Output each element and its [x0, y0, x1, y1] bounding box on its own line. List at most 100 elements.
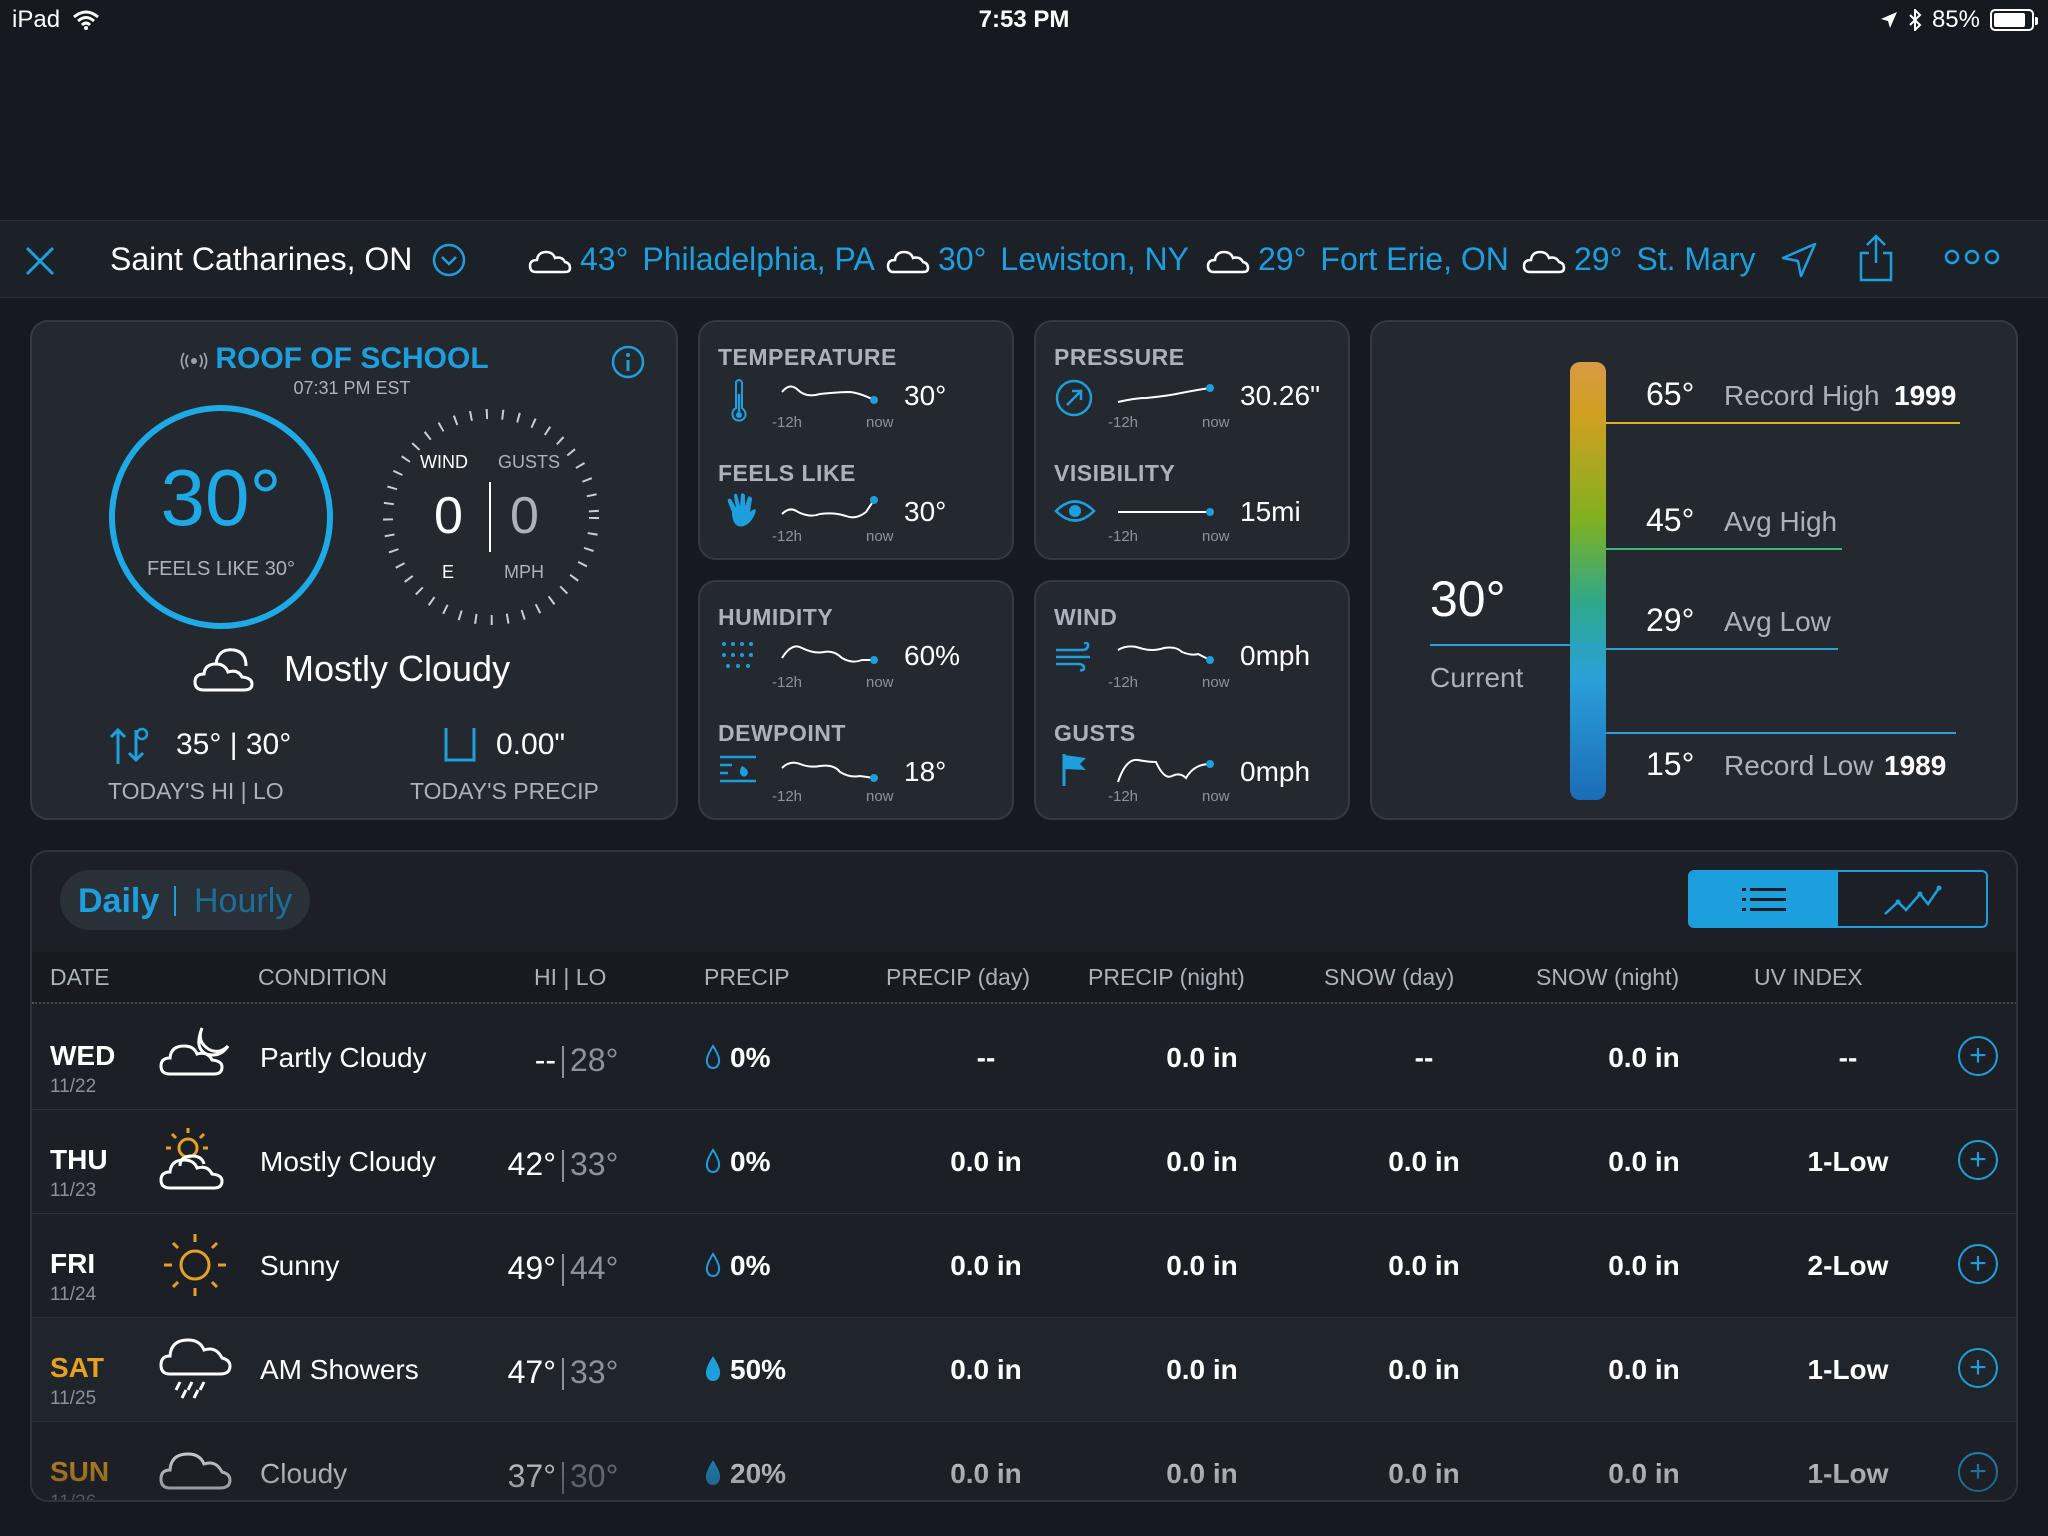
- station-name[interactable]: ROOF OF SCHOOL: [215, 342, 488, 375]
- location-tab-st-mary[interactable]: 29° St. Mary: [1522, 241, 1756, 278]
- row-hi: --: [534, 1042, 556, 1078]
- tab-daily[interactable]: Daily: [78, 882, 159, 921]
- spark-start-label: -12h: [772, 674, 803, 691]
- expand-row-button[interactable]: +: [1958, 1036, 1998, 1076]
- spark-start-label: -12h: [1108, 528, 1139, 545]
- pressure-visibility-panel[interactable]: PRESSURE -12h now 30.26" VISIBILITY -12h…: [1034, 320, 1350, 560]
- row-snow-night: 0.0 in: [1608, 1250, 1680, 1281]
- row-day: SUN: [50, 1456, 110, 1487]
- condition-text: Mostly Cloudy: [284, 648, 511, 689]
- row-lo: 44°: [570, 1250, 619, 1286]
- view-toggle: [1688, 870, 1988, 928]
- list-view-button[interactable]: [1690, 872, 1838, 926]
- row-snow-night: 0.0 in: [1608, 1146, 1680, 1177]
- record-high-value: 65°: [1646, 376, 1695, 412]
- tab-divider: [174, 886, 176, 916]
- gusts-label: GUSTS: [498, 452, 561, 472]
- spark-start-label: -12h: [772, 414, 803, 431]
- tab-hourly[interactable]: Hourly: [194, 882, 292, 921]
- table-row[interactable]: WED 11/22 Partly Cloudy -- 28° 0% -- 0.0 in -- 0.…: [32, 1006, 2016, 1110]
- row-condition: Mostly Cloudy: [260, 1146, 436, 1177]
- expand-row-button[interactable]: +: [1958, 1452, 1998, 1492]
- row-snow-night: 0.0 in: [1608, 1458, 1680, 1489]
- row-lo: 30°: [570, 1458, 619, 1494]
- row-date: 11/25: [50, 1388, 97, 1409]
- wind-unit: MPH: [504, 562, 544, 582]
- pressure-value: 30.26": [1240, 380, 1321, 411]
- row-precip: 0%: [730, 1146, 771, 1177]
- close-icon[interactable]: [24, 245, 56, 277]
- observation-time: 07:31 PM EST: [293, 378, 411, 398]
- gusts-metric-label: GUSTS: [1054, 720, 1136, 746]
- current-location[interactable]: Saint Catharines, ON: [110, 241, 466, 278]
- spark-start-label: -12h: [1108, 788, 1139, 805]
- raindrop-icon: [705, 1148, 721, 1174]
- humidity-label: HUMIDITY: [718, 604, 834, 630]
- row-lo: 33°: [570, 1146, 619, 1182]
- avg-low-value: 29°: [1646, 602, 1695, 638]
- location-tab-philadelphia[interactable]: 43° Philadelphia, PA: [528, 241, 875, 278]
- row-precip-day: 0.0 in: [950, 1458, 1022, 1489]
- records-current-value: 30°: [1430, 571, 1506, 627]
- row-precip-day: --: [976, 1042, 996, 1073]
- expand-row-button[interactable]: +: [1958, 1140, 1998, 1180]
- header-precip-day: PRECIP (day): [886, 964, 1031, 990]
- cloudy-icon: [1522, 250, 1566, 273]
- station-header: ROOF OF SCHOOL: [180, 342, 522, 376]
- table-row[interactable]: SAT 11/25 AM Showers 47° 33° 50% 0.0 in 0.0 in 0…: [32, 1318, 2016, 1422]
- row-snow-day: 0.0 in: [1388, 1354, 1460, 1385]
- dewpoint-value: 18°: [904, 756, 947, 787]
- info-icon[interactable]: [610, 344, 646, 380]
- wind-metric-value: 0mph: [1240, 640, 1311, 671]
- row-condition: Sunny: [260, 1250, 340, 1281]
- more-icon[interactable]: [1944, 249, 2000, 265]
- row-day: FRI: [50, 1248, 96, 1279]
- location-temp: 43°: [580, 241, 629, 277]
- table-row[interactable]: SUN 11/26 Cloudy 37° 30° 20% 0.0 in 0.0 in 0.0 i…: [32, 1422, 2016, 1500]
- wind-icon: [1056, 642, 1090, 672]
- graph-view-button[interactable]: [1838, 872, 1986, 926]
- wind-sparkline: [1117, 645, 1214, 664]
- feels-like-text: FEELS LIKE 30°: [146, 558, 296, 580]
- chevron-down-icon[interactable]: [432, 243, 466, 277]
- expand-row-button[interactable]: +: [1958, 1348, 1998, 1388]
- row-hi: 49°: [507, 1250, 556, 1286]
- table-row[interactable]: THU 11/23 Mostly Cloudy 42° 33° 0% 0.0 in 0.0 i…: [32, 1110, 2016, 1214]
- location-temp: 30°: [938, 241, 987, 277]
- spark-end-label: now: [1202, 674, 1230, 691]
- row-uv-index: --: [1838, 1042, 1858, 1073]
- table-header: DATE CONDITION HI | LO PRECIP PRECIP (da…: [32, 952, 2016, 1004]
- humidity-dewpoint-panel[interactable]: HUMIDITY -12h now 60% DEWPOINT -12h now …: [698, 580, 1014, 820]
- temperature-label: TEMPERATURE: [718, 344, 897, 370]
- share-icon[interactable]: [1858, 233, 1894, 283]
- row-lo: 33°: [570, 1354, 619, 1390]
- wind-gusts-panel[interactable]: WIND -12h now 0mph GUSTS -12h now 0mph: [1034, 580, 1350, 820]
- clock: 7:53 PM: [978, 6, 1070, 33]
- row-uv-index: 1-Low: [1807, 1354, 1889, 1385]
- spark-start-label: -12h: [772, 528, 803, 545]
- bluetooth-icon: [1909, 9, 1922, 31]
- row-precip: 50%: [730, 1354, 787, 1385]
- records-panel[interactable]: 65° Record High 1999 45° Avg High 29° Av…: [1370, 320, 2018, 820]
- expand-row-button[interactable]: +: [1958, 1244, 1998, 1284]
- temperature-feels-panel[interactable]: TEMPERATURE -12h now 30° FEELS LIKE -12h…: [698, 320, 1014, 560]
- row-precip-night: 0.0 in: [1166, 1458, 1238, 1489]
- spark-end-label: now: [866, 788, 894, 805]
- header-hi-lo: HI | LO: [534, 964, 607, 990]
- hand-icon: [727, 493, 756, 527]
- visibility-label: VISIBILITY: [1054, 460, 1176, 486]
- feels-like-value: 30°: [904, 496, 947, 527]
- row-precip-night: 0.0 in: [1166, 1250, 1238, 1281]
- feels-like-sparkline: [781, 496, 878, 519]
- humidity-icon: [722, 642, 753, 668]
- records-current-label: Current: [1430, 662, 1524, 693]
- wind-direction: E: [442, 562, 455, 582]
- navigation-arrow-icon[interactable]: [1780, 241, 1818, 279]
- location-tab-fort-erie[interactable]: 29° Fort Erie, ON: [1206, 241, 1509, 278]
- gusts-value: 0: [510, 487, 539, 545]
- cloudy-icon: [158, 1438, 232, 1499]
- table-row[interactable]: FRI 11/24 Sunny 49° 44° 0% 0.0 in 0.0 in 0.0 in 0…: [32, 1214, 2016, 1318]
- location-tab-lewiston[interactable]: 30° Lewiston, NY: [886, 241, 1189, 278]
- sunny-icon: [158, 1230, 232, 1305]
- header-snow-night: SNOW (night): [1536, 964, 1680, 990]
